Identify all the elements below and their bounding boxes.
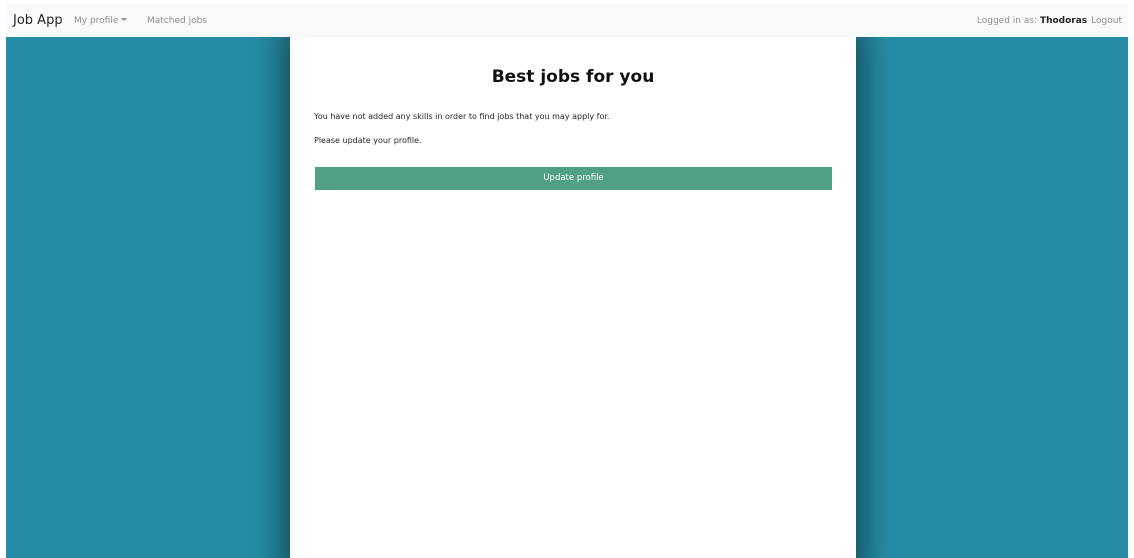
logged-in-label: Logged in as: <box>976 16 1040 26</box>
update-profile-button[interactable]: Update profile <box>315 167 832 190</box>
username: Thodoras <box>1039 16 1088 26</box>
nav-matched-jobs[interactable]: Matched jobs <box>147 16 207 26</box>
main-card: Best jobs for you You have not added any… <box>290 37 856 558</box>
nav-my-profile-dropdown[interactable]: My profile <box>74 16 128 26</box>
navbar: Job App My profile Matched jobs Logged i… <box>6 4 1128 37</box>
no-skills-message: You have not added any skills in order t… <box>314 112 610 121</box>
nav-my-profile-label: My profile <box>74 16 119 26</box>
caret-down-icon <box>121 18 128 21</box>
user-status: Logged in as: Thodoras Logout <box>977 16 1122 26</box>
update-profile-message: Please update your profile. <box>314 136 422 145</box>
app-frame: Job App My profile Matched jobs Logged i… <box>6 4 1128 558</box>
brand-link[interactable]: Job App <box>13 13 63 28</box>
page-title: Best jobs for you <box>491 67 655 87</box>
logout-link[interactable]: Logout <box>1091 16 1122 26</box>
